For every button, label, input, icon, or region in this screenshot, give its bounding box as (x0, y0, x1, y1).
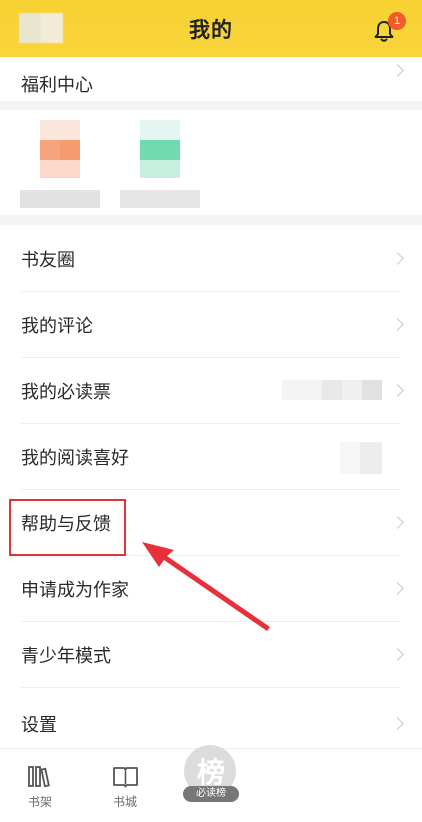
section-gap (0, 215, 422, 225)
menu-item-label: 设置 (21, 715, 57, 736)
menu-item-my-tickets[interactable]: 我的必读票 (0, 358, 422, 424)
tab-label: 书城 (112, 795, 137, 809)
bookshelf-icon (28, 766, 50, 788)
notification-badge: 1 (388, 12, 406, 30)
tab-bookstore[interactable]: 书城 (95, 749, 155, 819)
chevron-right-icon (391, 384, 404, 397)
menu-item-my-comments[interactable]: 我的评论 (0, 292, 422, 358)
book-icon (113, 767, 138, 788)
menu-item-label: 我的评论 (21, 316, 93, 337)
blurred-card-2[interactable] (120, 120, 200, 210)
tab-label: 书架 (27, 795, 52, 809)
menu-item-label: 青少年模式 (21, 646, 111, 667)
menu-item-book-friends[interactable]: 书友圈 (0, 226, 422, 292)
page-title: 我的 (189, 18, 233, 42)
menu-item-settings[interactable]: 设置 (0, 688, 422, 748)
top-bar: 我的 1 (0, 0, 422, 57)
blurred-card-section (0, 110, 422, 215)
chevron-right-icon (391, 648, 404, 661)
tab-must-read-ranking[interactable]: 榜 必读榜 (180, 745, 242, 807)
chevron-right-icon (391, 318, 404, 331)
menu-item-reading-preference[interactable]: 我的阅读喜好 (0, 424, 422, 490)
blurred-card-1[interactable] (20, 120, 100, 210)
welfare-center-row[interactable]: 福利中心 (0, 57, 422, 101)
blurred-ticket-value (282, 380, 382, 400)
menu-item-label: 帮助与反馈 (21, 514, 111, 535)
tab-label: 必读榜 (183, 786, 239, 802)
menu-item-label: 我的必读票 (21, 382, 111, 403)
chevron-right-icon (391, 252, 404, 265)
annotation-arrow-icon (142, 542, 270, 631)
menu-item-label: 书友圈 (21, 250, 75, 271)
tab-bookshelf[interactable]: 书架 (10, 749, 70, 819)
chevron-right-icon (391, 516, 404, 529)
chevron-right-icon (391, 64, 404, 77)
blurred-preference-value (340, 442, 382, 474)
ranking-glyph: 榜 (196, 756, 225, 789)
chevron-right-icon (391, 717, 404, 730)
chevron-right-icon (391, 582, 404, 595)
welfare-center-label: 福利中心 (21, 75, 93, 96)
section-gap (0, 101, 422, 110)
menu-item-label: 申请成为作家 (21, 580, 129, 601)
menu-item-label: 我的阅读喜好 (21, 448, 129, 469)
